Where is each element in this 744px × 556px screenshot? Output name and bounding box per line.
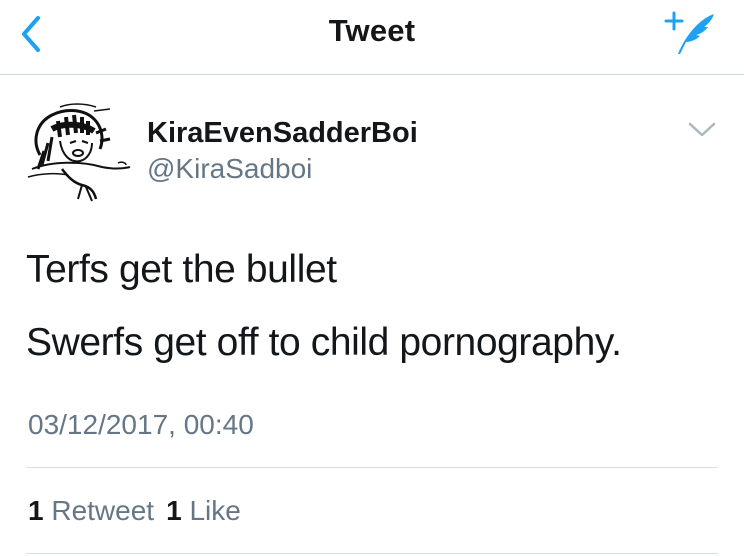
tweet-text-line: Swerfs get off to child pornography. xyxy=(26,321,622,364)
likes-count: 1 xyxy=(166,495,182,526)
compose-tweet-icon xyxy=(664,11,714,54)
tweet-text-line: Terfs get the bullet xyxy=(26,248,337,291)
tweet-text: Terfs get the bullet Swerfs get off to c… xyxy=(26,247,726,393)
page-title: Tweet xyxy=(328,13,416,48)
retweets-label: Retweet xyxy=(51,495,155,526)
tweet-stats: 1 Retweet 1 Like xyxy=(28,495,253,527)
avatar[interactable] xyxy=(22,103,134,203)
tweet-timestamp: 03/12/2017, 00:40 xyxy=(28,409,254,440)
tweet-menu-button[interactable] xyxy=(686,119,718,141)
compose-tweet-button[interactable] xyxy=(660,8,720,58)
likes-stat[interactable]: 1 Like xyxy=(166,495,241,527)
retweets-stat[interactable]: 1 Retweet xyxy=(28,495,154,527)
tweet-detail: KiraEvenSadderBoi @KiraSadboi Terfs get … xyxy=(0,75,744,556)
divider xyxy=(26,467,718,468)
author-handle[interactable]: @KiraSadboi xyxy=(147,153,312,185)
chevron-down-icon xyxy=(688,122,716,137)
avatar-drawing xyxy=(27,103,131,202)
divider xyxy=(26,553,718,554)
likes-label: Like xyxy=(189,495,241,526)
retweets-count: 1 xyxy=(28,495,44,526)
author-display-name[interactable]: KiraEvenSadderBoi xyxy=(147,117,418,150)
navigation-bar: Tweet xyxy=(0,0,744,75)
